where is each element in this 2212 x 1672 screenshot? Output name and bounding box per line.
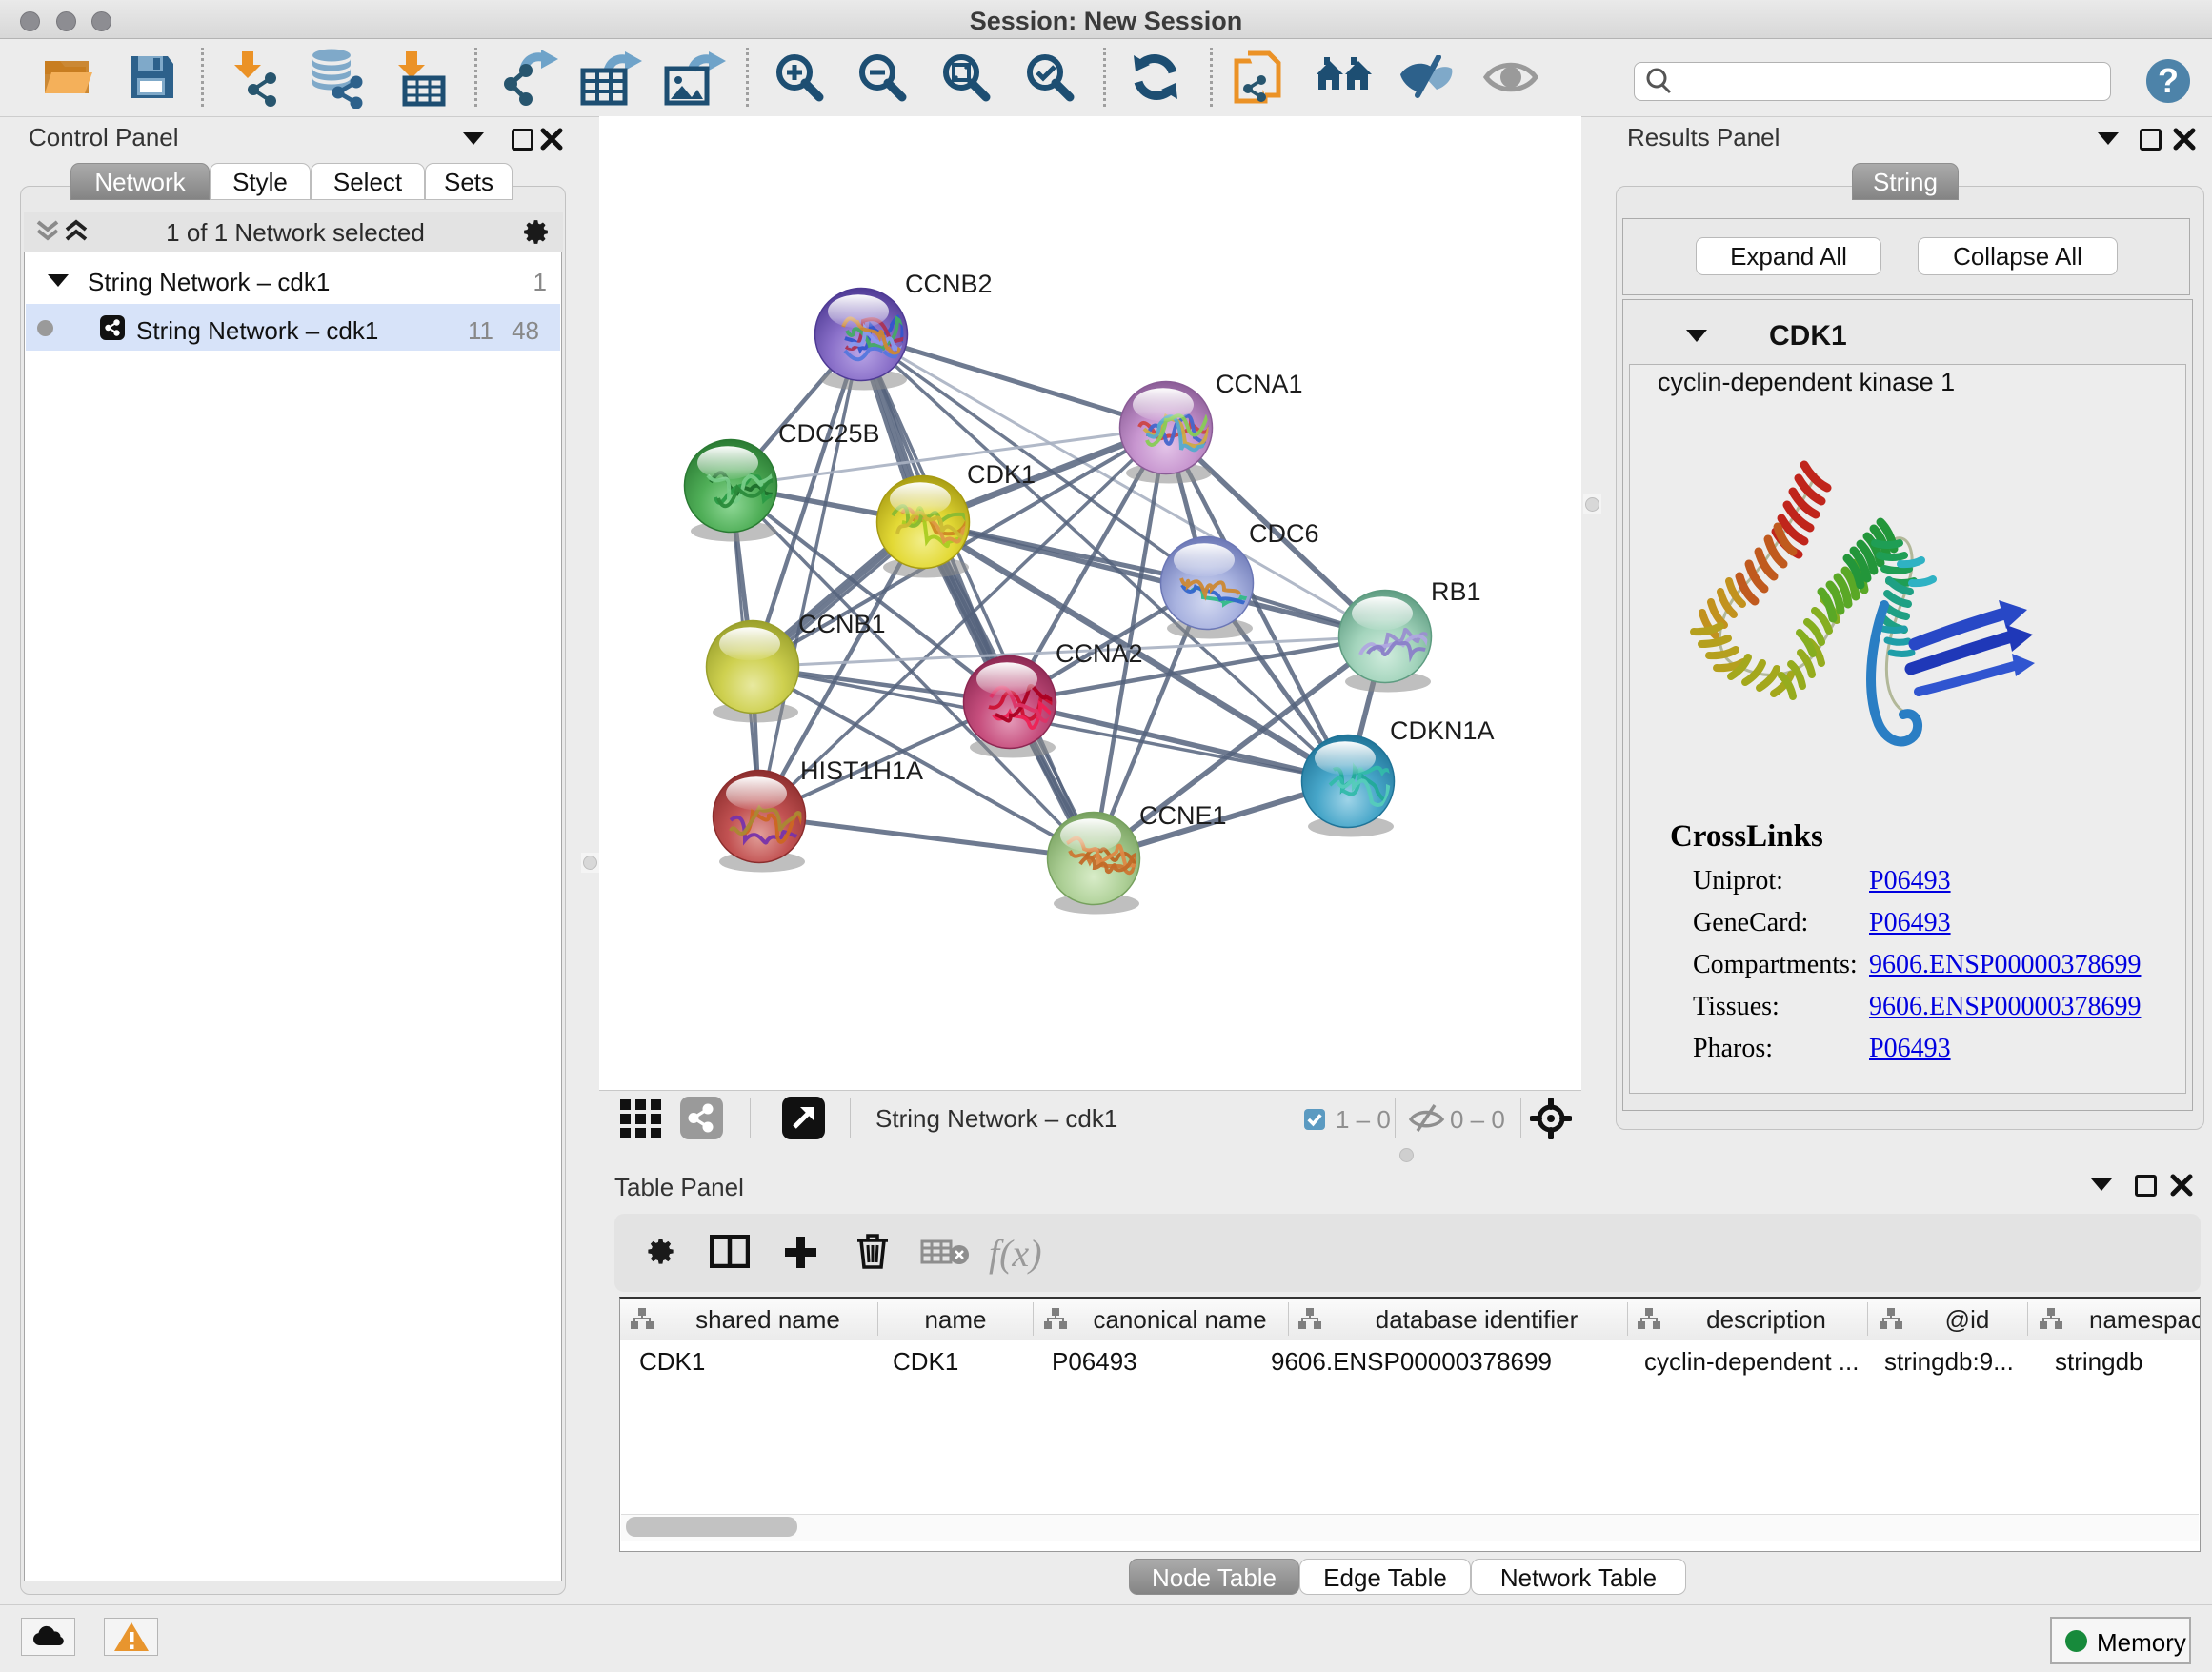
- svg-text:HIST1H1A: HIST1H1A: [800, 756, 923, 785]
- svg-text:CDK1: CDK1: [967, 460, 1036, 489]
- svg-text:CCNB1: CCNB1: [798, 610, 886, 638]
- svg-text:CDKN1A: CDKN1A: [1390, 716, 1495, 745]
- svg-text:CCNA2: CCNA2: [1056, 639, 1143, 668]
- svg-text:CDC6: CDC6: [1249, 519, 1319, 548]
- svg-text:CCNA1: CCNA1: [1216, 370, 1303, 398]
- svg-text:CCNE1: CCNE1: [1139, 801, 1227, 830]
- svg-text:CDC25B: CDC25B: [778, 419, 880, 448]
- svg-text:CCNB2: CCNB2: [905, 270, 993, 298]
- svg-text:RB1: RB1: [1431, 577, 1481, 606]
